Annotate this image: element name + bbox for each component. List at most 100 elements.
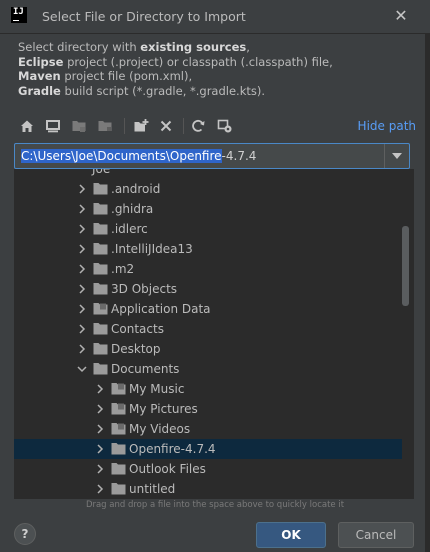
file-tree[interactable]: Joe .android .ghidra .idlerc .IntelliJIdea1… bbox=[14, 169, 414, 499]
tree-row-label: Application Data bbox=[111, 302, 211, 316]
tree-row[interactable]: Application Data bbox=[14, 299, 402, 319]
ok-button[interactable]: OK bbox=[256, 522, 326, 548]
tree-scrollbar[interactable] bbox=[402, 226, 409, 306]
path-input[interactable]: C:\Users\Joe\Documents\Openfire-4.7.4 bbox=[19, 146, 383, 166]
chevron-right-icon[interactable] bbox=[94, 423, 106, 435]
tree-row[interactable]: Desktop bbox=[14, 339, 402, 359]
show-hidden-icon[interactable] bbox=[214, 114, 236, 138]
folder-icon bbox=[111, 463, 126, 475]
path-selected-text: C:\Users\Joe\Documents\Openfire bbox=[21, 149, 222, 163]
path-rest-text: -4.7.4 bbox=[221, 149, 257, 163]
description: Select directory with existing sources, … bbox=[18, 40, 418, 98]
title-bar: IJ Select File or Directory to Import ✕ bbox=[0, 0, 430, 34]
special-folder-icon bbox=[111, 383, 126, 395]
tree-row[interactable]: untitled bbox=[14, 479, 402, 499]
path-dropdown-button[interactable] bbox=[384, 144, 409, 168]
tree-row-label: .ghidra bbox=[111, 202, 154, 216]
toolbar: Hide path bbox=[14, 114, 416, 138]
tree-row-label: Documents bbox=[111, 362, 180, 376]
chevron-right-icon[interactable] bbox=[76, 183, 88, 195]
tree-row[interactable]: Openfire-4.7.4 bbox=[14, 439, 402, 459]
description-text: Select directory with bbox=[18, 40, 141, 54]
toolbar-separator bbox=[124, 118, 125, 134]
tree-row-label: Contacts bbox=[111, 322, 164, 336]
folder-icon bbox=[93, 223, 108, 235]
chevron-down-icon[interactable] bbox=[76, 363, 88, 375]
tree-row[interactable]: Documents bbox=[14, 359, 402, 379]
tree-row-label: .idlerc bbox=[111, 222, 148, 236]
tree-row-label: .m2 bbox=[111, 262, 135, 276]
special-folder-icon bbox=[93, 303, 108, 315]
folder-icon bbox=[111, 483, 126, 495]
description-text: build script (*.gradle, *.gradle.kts). bbox=[60, 83, 266, 98]
tree-row[interactable]: Contacts bbox=[14, 319, 402, 339]
tree-row[interactable]: .m2 bbox=[14, 259, 402, 279]
tree-row-label: 3D Objects bbox=[111, 282, 178, 296]
refresh-icon[interactable] bbox=[187, 114, 209, 138]
home-icon[interactable] bbox=[16, 114, 38, 138]
description-text: project file (pom.xml), bbox=[60, 69, 193, 83]
tree-row-label: Outlook Files bbox=[129, 462, 206, 476]
drag-drop-hint: Drag and drop a file into the space abov… bbox=[85, 500, 345, 510]
tree-row[interactable]: .android bbox=[14, 179, 402, 199]
description-line-2: Eclipse project (.project) or classpath … bbox=[18, 55, 418, 70]
special-folder-icon bbox=[111, 423, 126, 435]
intellij-logo-icon: IJ bbox=[11, 7, 27, 23]
chevron-right-icon[interactable] bbox=[76, 283, 88, 295]
project-folder-icon bbox=[68, 114, 90, 138]
tree-row[interactable]: .ghidra bbox=[14, 199, 402, 219]
chevron-down-icon bbox=[392, 153, 402, 159]
chevron-right-icon[interactable] bbox=[76, 343, 88, 355]
description-bold: Eclipse bbox=[18, 54, 64, 69]
description-text: , bbox=[246, 40, 250, 54]
chevron-right-icon[interactable] bbox=[76, 303, 88, 315]
chevron-right-icon[interactable] bbox=[94, 483, 106, 495]
close-button[interactable]: ✕ bbox=[388, 4, 414, 28]
tree-row-joe[interactable]: Joe bbox=[14, 169, 402, 179]
chevron-right-icon[interactable] bbox=[76, 203, 88, 215]
description-line-1: Select directory with existing sources, bbox=[18, 40, 418, 55]
folder-icon bbox=[93, 183, 108, 195]
tree-row[interactable]: 3D Objects bbox=[14, 279, 402, 299]
hide-path-link[interactable]: Hide path bbox=[358, 119, 416, 133]
tree-row[interactable]: Outlook Files bbox=[14, 459, 402, 479]
help-button[interactable]: ? bbox=[14, 523, 36, 545]
tree-row[interactable]: .idlerc bbox=[14, 219, 402, 239]
chevron-right-icon[interactable] bbox=[94, 463, 106, 475]
tree-row-label: My Music bbox=[129, 382, 185, 396]
tree-row[interactable]: .IntelliJIdea13 bbox=[14, 239, 402, 259]
chevron-right-icon[interactable] bbox=[76, 223, 88, 235]
module-folder-icon bbox=[94, 114, 116, 138]
tree-row[interactable]: My Videos bbox=[14, 419, 402, 439]
folder-icon bbox=[93, 243, 108, 255]
tree-row-label: My Pictures bbox=[129, 402, 198, 416]
dialog-title: Select File or Directory to Import bbox=[42, 9, 246, 24]
chevron-right-icon[interactable] bbox=[76, 263, 88, 275]
window-edge bbox=[425, 33, 430, 552]
tree-row-label: .IntelliJIdea13 bbox=[111, 242, 193, 256]
chevron-right-icon[interactable] bbox=[94, 383, 106, 395]
delete-icon[interactable] bbox=[155, 114, 177, 138]
path-combobox[interactable]: C:\Users\Joe\Documents\Openfire-4.7.4 bbox=[14, 143, 410, 169]
tree-row[interactable]: My Music bbox=[14, 379, 402, 399]
folder-icon bbox=[93, 283, 108, 295]
tree-row-label: .android bbox=[111, 182, 161, 196]
folder-icon bbox=[93, 343, 108, 355]
tree-row-label: untitled bbox=[129, 482, 176, 496]
chevron-right-icon[interactable] bbox=[76, 323, 88, 335]
special-folder-icon bbox=[111, 403, 126, 415]
tree-row[interactable]: My Pictures bbox=[14, 399, 402, 419]
new-folder-icon[interactable] bbox=[130, 114, 152, 138]
description-bold: Gradle bbox=[18, 83, 61, 98]
chevron-right-icon[interactable] bbox=[76, 243, 88, 255]
desktop-icon[interactable] bbox=[42, 114, 64, 138]
description-bold: existing sources bbox=[140, 40, 247, 54]
folder-icon bbox=[93, 203, 108, 215]
description-bold: Maven bbox=[18, 69, 61, 83]
chevron-right-icon[interactable] bbox=[94, 443, 106, 455]
description-line-4: Gradle build script (*.gradle, *.gradle.… bbox=[18, 84, 418, 99]
cancel-button[interactable]: Cancel bbox=[338, 522, 414, 548]
description-line-3: Maven project file (pom.xml), bbox=[18, 69, 418, 84]
chevron-right-icon[interactable] bbox=[94, 403, 106, 415]
tree-row-label: Joe bbox=[92, 169, 111, 176]
